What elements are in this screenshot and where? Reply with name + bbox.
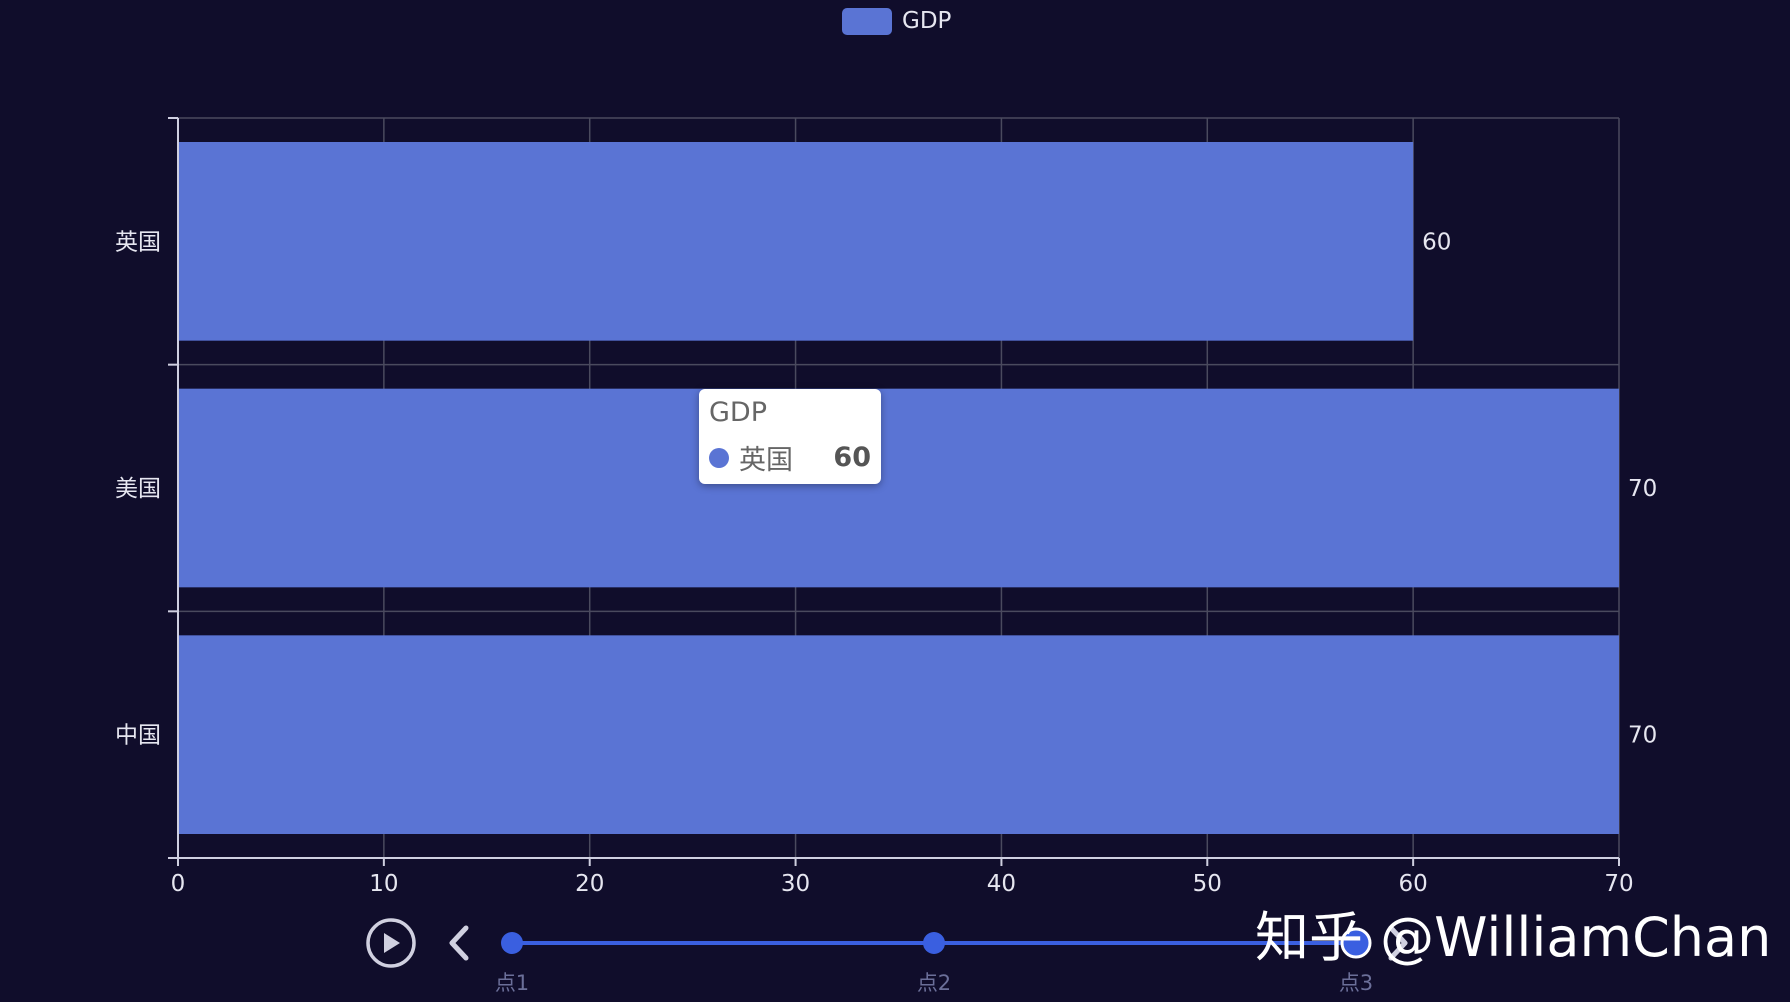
play-triangle xyxy=(384,933,400,953)
bars[interactable] xyxy=(178,142,1619,834)
timeline-label: 点3 xyxy=(1339,971,1373,995)
bar-chart: GDP 中国美国英国0 10 20 30 40 50 60 70 707060 点1 点2 点3 xyxy=(115,8,1657,995)
y-tick-label: 中国 xyxy=(115,723,161,749)
x-tick-label: 20 xyxy=(575,871,604,897)
watermark: 知乎 @WilliamChan xyxy=(1255,906,1772,969)
bar[interactable] xyxy=(178,388,1619,588)
tooltip-item-value: 60 xyxy=(833,442,871,473)
bar-value-label: 60 xyxy=(1422,229,1451,255)
legend-label: GDP xyxy=(902,8,952,34)
timeline-point[interactable] xyxy=(501,932,523,954)
x-tick-label: 40 xyxy=(987,871,1016,897)
y-tick-label: 美国 xyxy=(115,476,161,502)
legend-swatch xyxy=(842,8,892,35)
bar[interactable] xyxy=(178,142,1414,341)
tooltip-item-name: 英国 xyxy=(739,445,793,476)
x-tick-label: 0 xyxy=(171,871,186,897)
bar[interactable] xyxy=(178,635,1619,834)
x-tick-label: 30 xyxy=(781,871,810,897)
tooltip-title: GDP xyxy=(709,397,767,428)
legend[interactable]: GDP xyxy=(842,8,952,35)
bar-value-label: 70 xyxy=(1628,723,1657,749)
timeline-label: 点1 xyxy=(495,971,529,995)
tooltip-row: 英国 60 xyxy=(709,438,871,477)
y-tick-label: 英国 xyxy=(115,229,161,255)
chevron-left-icon[interactable] xyxy=(449,925,469,961)
x-tick-label: 10 xyxy=(369,871,398,897)
tooltip-marker-icon xyxy=(709,447,729,468)
x-tick-label: 50 xyxy=(1193,871,1222,897)
timeline-point[interactable] xyxy=(923,932,945,954)
timeline[interactable]: 点1 点2 点3 xyxy=(366,918,1408,995)
timeline-label: 点2 xyxy=(917,971,951,995)
bar-value-label: 70 xyxy=(1628,476,1657,502)
tooltip: GDP 英国 60 xyxy=(699,389,881,484)
